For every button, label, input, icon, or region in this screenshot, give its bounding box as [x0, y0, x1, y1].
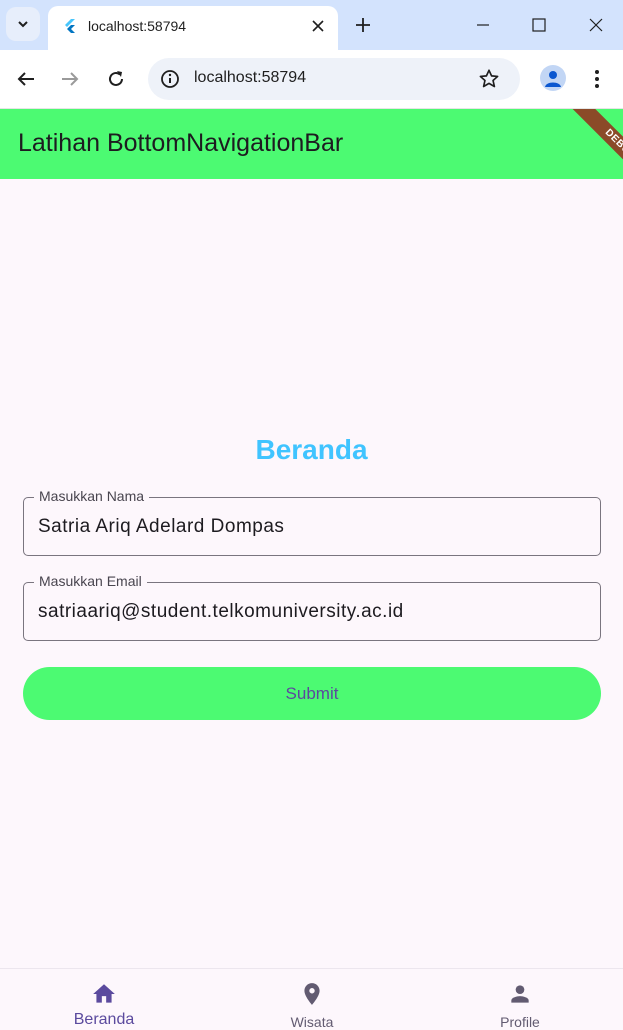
- page-heading: Beranda: [255, 434, 368, 465]
- tab-search-button[interactable]: [6, 7, 40, 41]
- name-field-value[interactable]: Satria Ariq Adelard Dompas: [38, 516, 284, 538]
- tab-close-button[interactable]: [308, 16, 328, 36]
- name-field[interactable]: Masukkan Nama Satria Ariq Adelard Dompas: [23, 488, 601, 556]
- arrow-left-icon: [17, 72, 34, 86]
- reload-icon: [109, 71, 123, 86]
- site-info-icon[interactable]: [160, 69, 180, 89]
- back-button[interactable]: [12, 65, 40, 93]
- bottom-navigation-bar: Beranda Wisata Profile: [0, 968, 623, 1030]
- browser-toolbar: localhost:58794: [0, 50, 623, 109]
- maximize-icon: [532, 18, 546, 32]
- person-icon: [511, 985, 529, 1003]
- nav-label-wisata: Wisata: [290, 1014, 334, 1030]
- minimize-button[interactable]: [470, 12, 496, 38]
- minimize-icon: [477, 24, 489, 26]
- arrow-right-icon: [62, 72, 79, 86]
- reload-button[interactable]: [102, 65, 130, 93]
- nav-label-profile: Profile: [500, 1014, 540, 1030]
- close-icon: [589, 18, 603, 32]
- debug-banner: DEBUG: [571, 109, 623, 179]
- bookmark-star-icon[interactable]: [478, 68, 500, 90]
- nav-item-wisata[interactable]: Wisata: [208, 969, 416, 1030]
- nav-item-profile[interactable]: Profile: [416, 969, 623, 1030]
- email-field[interactable]: Masukkan Email satriaariq@student.telkom…: [23, 573, 601, 641]
- address-url[interactable]: localhost:58794: [194, 69, 306, 87]
- app-bar: Latihan BottomNavigationBar DEBUG: [0, 109, 623, 179]
- more-vertical-icon: [595, 70, 599, 88]
- close-icon: [312, 20, 324, 32]
- email-field-label: Masukkan Email: [34, 573, 147, 589]
- profile-avatar-button[interactable]: [540, 65, 566, 91]
- app-title: Latihan BottomNavigationBar: [18, 129, 344, 157]
- new-tab-button[interactable]: [350, 12, 376, 38]
- maximize-button[interactable]: [526, 12, 552, 38]
- name-field-label: Masukkan Nama: [34, 488, 150, 504]
- forward-button[interactable]: [56, 65, 84, 93]
- browser-tab[interactable]: localhost:58794: [48, 6, 338, 50]
- submit-button[interactable]: Submit: [23, 667, 601, 720]
- home-icon: [93, 984, 115, 1003]
- location-pin-icon: [304, 983, 320, 1005]
- browser-tab-strip: localhost:58794: [0, 0, 623, 50]
- nav-label-beranda: Beranda: [73, 1011, 135, 1028]
- nav-item-beranda[interactable]: Beranda: [0, 969, 208, 1028]
- person-icon: [545, 71, 561, 87]
- address-bar[interactable]: localhost:58794: [148, 58, 520, 100]
- window-close-button[interactable]: [583, 12, 609, 38]
- chevron-down-icon: [18, 21, 28, 28]
- tab-title: localhost:58794: [88, 18, 187, 34]
- browser-menu-button[interactable]: [586, 65, 608, 93]
- email-field-value[interactable]: satriaariq@student.telkomuniversity.ac.i…: [38, 601, 404, 623]
- plus-icon: [356, 18, 370, 32]
- flutter-icon: [65, 19, 75, 33]
